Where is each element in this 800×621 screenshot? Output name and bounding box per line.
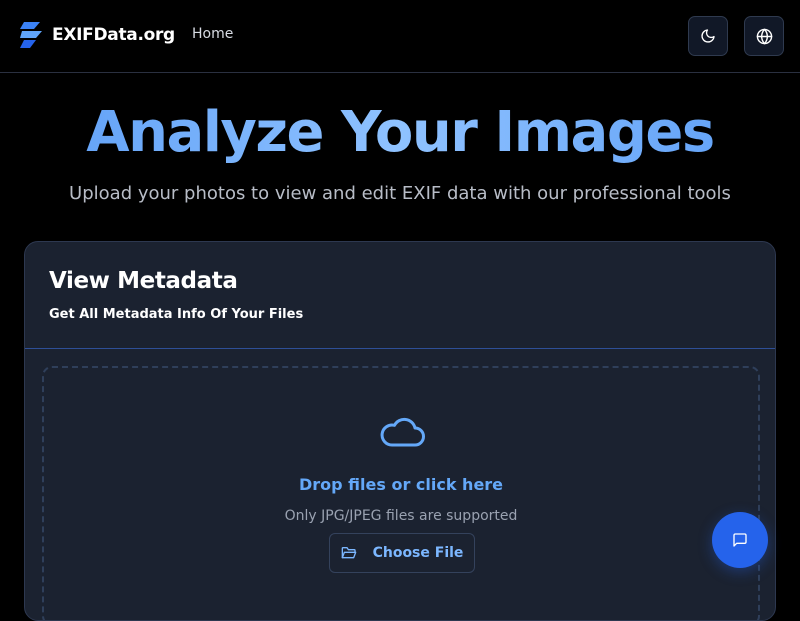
dropzone-note: Only JPG/JPEG files are supported bbox=[284, 508, 518, 524]
file-dropzone[interactable]: Drop files or click here Only JPG/JPEG f… bbox=[42, 366, 760, 620]
folder-open-icon bbox=[341, 547, 356, 559]
cloud-icon bbox=[380, 417, 425, 447]
hero-subtitle: Upload your photos to view and edit EXIF… bbox=[69, 183, 731, 204]
hero-title: Analyze Your Images bbox=[0, 100, 800, 165]
brand-name: EXIFData.org bbox=[52, 25, 175, 45]
card-title: View Metadata bbox=[49, 268, 238, 294]
choose-file-label: Choose File bbox=[372, 545, 464, 561]
theme-toggle-button[interactable] bbox=[688, 16, 728, 56]
brand-link[interactable]: EXIFData.org bbox=[18, 20, 175, 50]
choose-file-button[interactable]: Choose File bbox=[329, 533, 475, 573]
navbar: EXIFData.org Home bbox=[0, 0, 800, 73]
view-metadata-card: View Metadata Get All Metadata Info Of Y… bbox=[24, 241, 776, 621]
language-button[interactable] bbox=[744, 16, 784, 56]
chat-icon bbox=[733, 533, 747, 547]
moon-icon bbox=[701, 29, 715, 43]
dropzone-title: Drop files or click here bbox=[298, 475, 504, 494]
brand-logo-icon bbox=[20, 22, 42, 48]
card-subtitle: Get All Metadata Info Of Your Files bbox=[49, 307, 304, 322]
card-header: View Metadata Get All Metadata Info Of Y… bbox=[25, 242, 775, 349]
chat-button[interactable] bbox=[712, 512, 768, 568]
globe-icon bbox=[756, 28, 772, 44]
nav-home-link[interactable]: Home bbox=[192, 26, 233, 42]
